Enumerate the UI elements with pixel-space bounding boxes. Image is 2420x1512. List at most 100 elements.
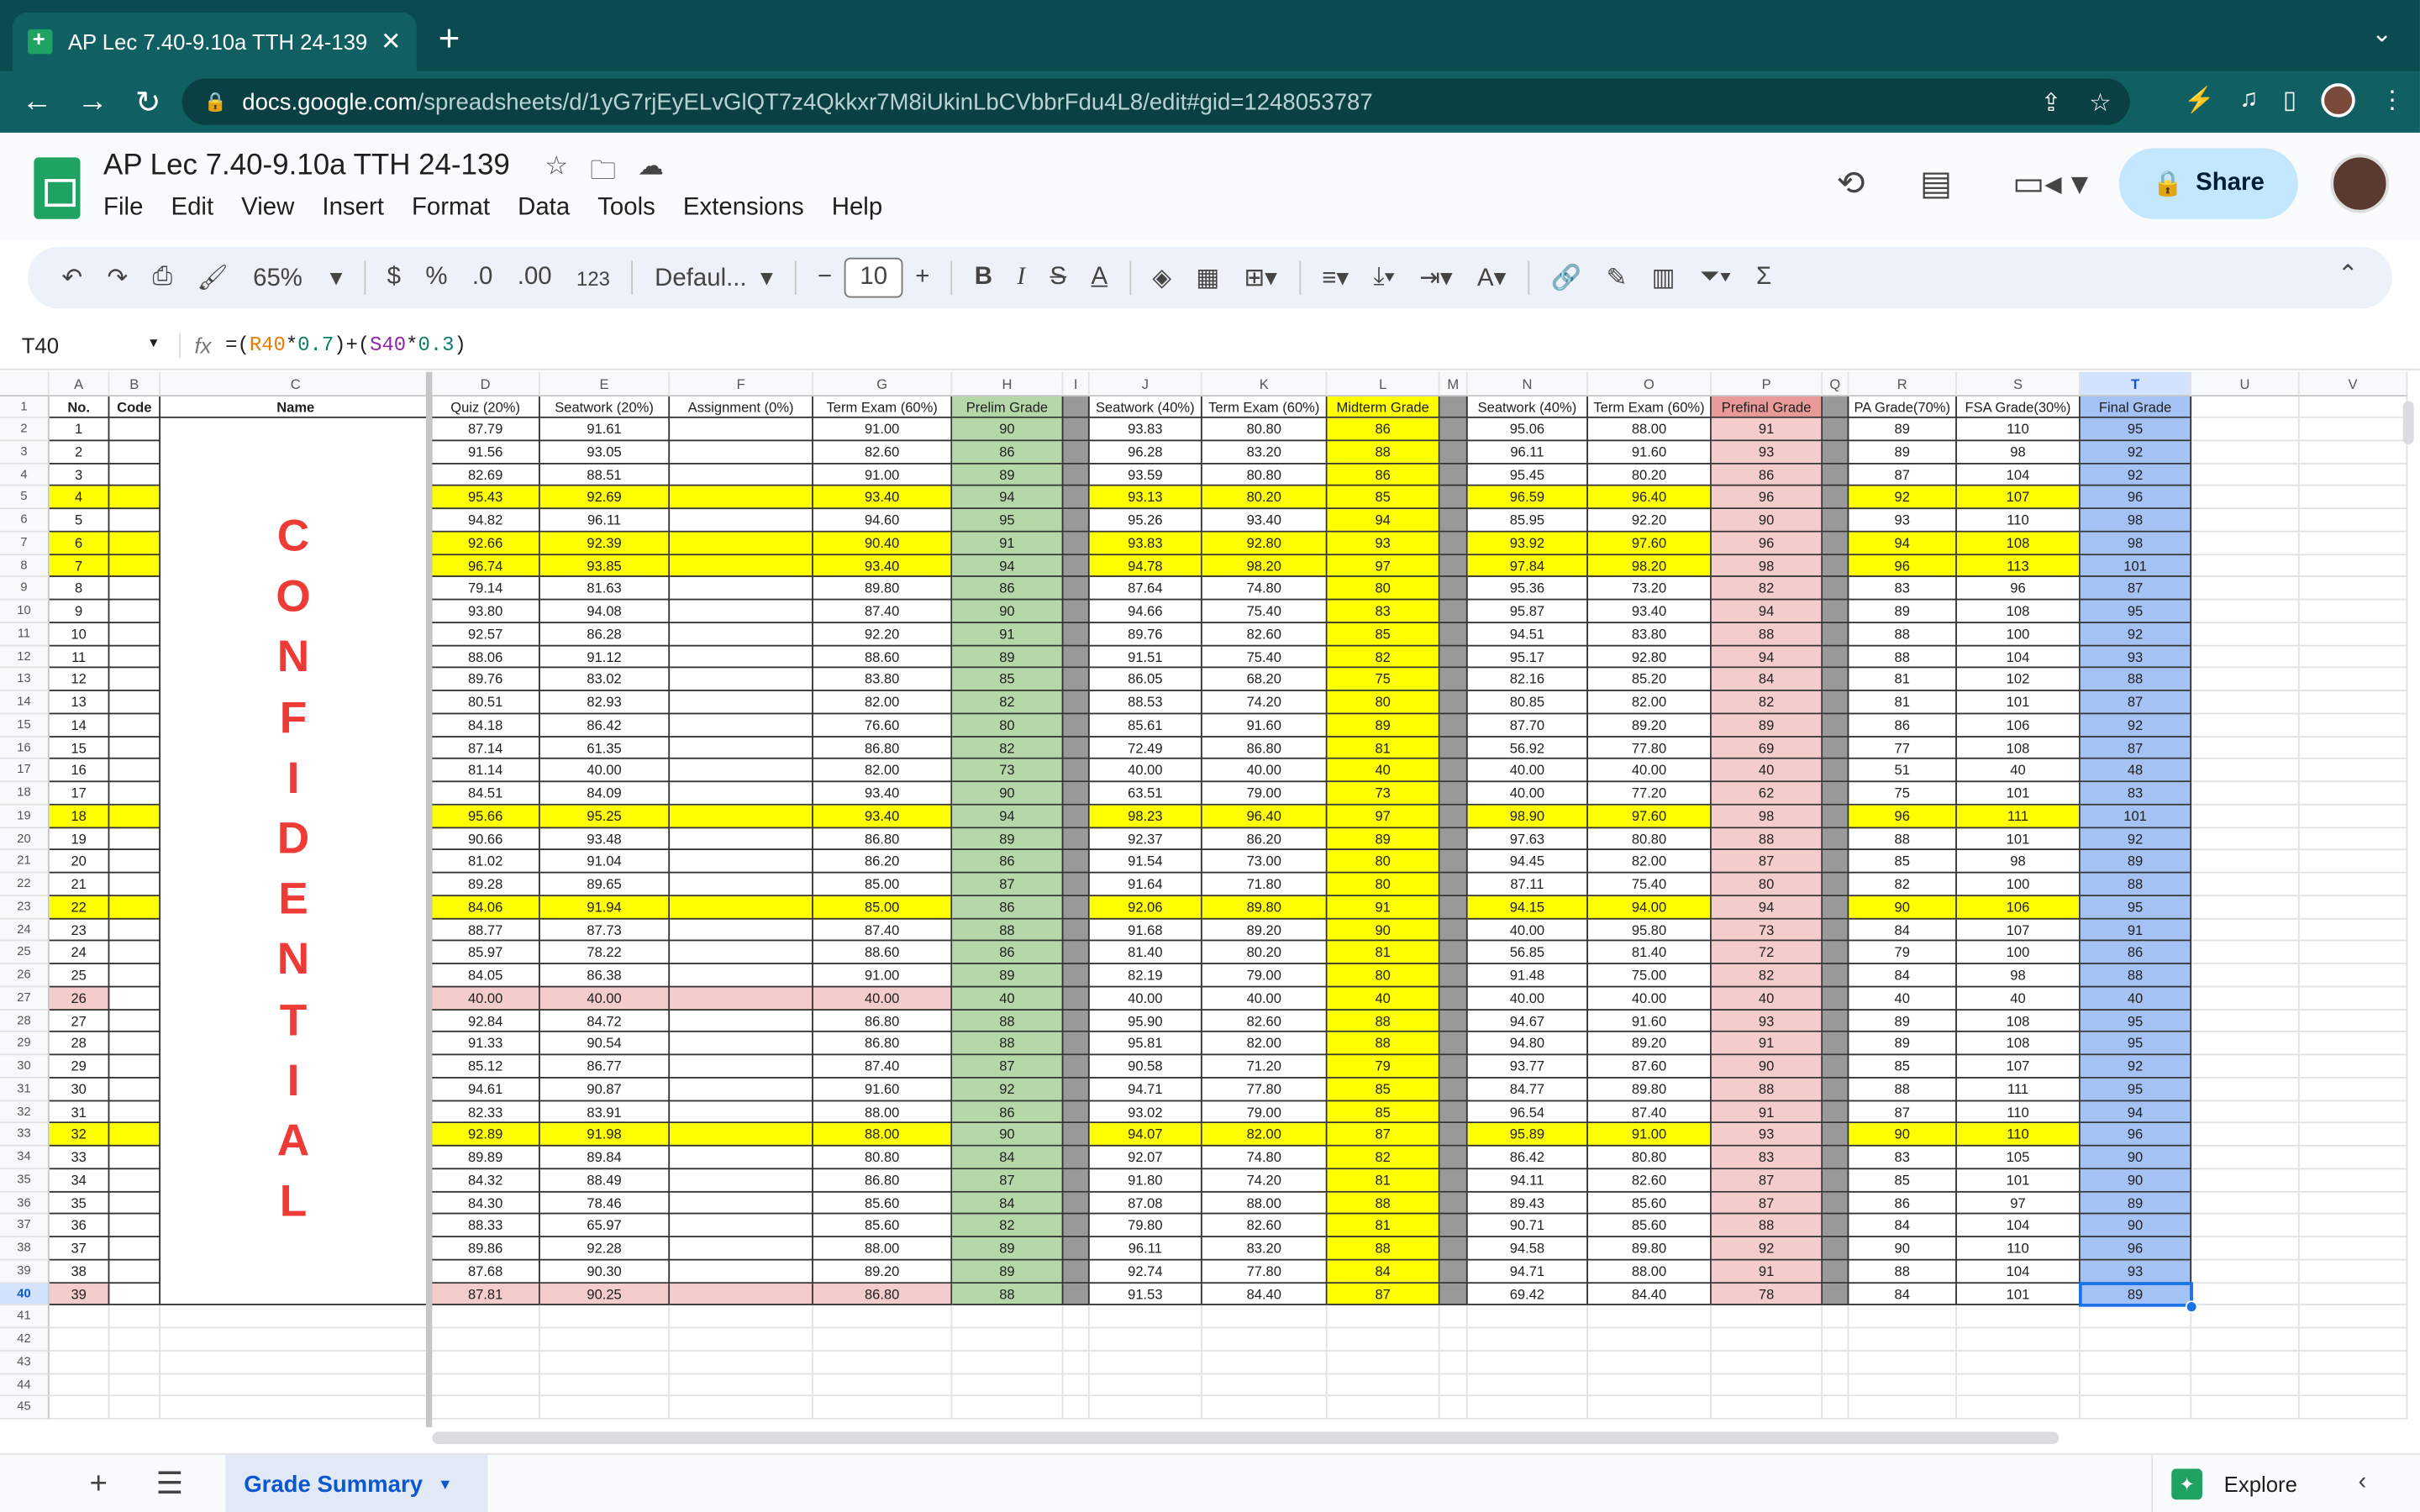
grade-cell[interactable]: 92	[2080, 1055, 2192, 1079]
empty-cell[interactable]	[670, 509, 813, 533]
empty-cell[interactable]	[2299, 1032, 2408, 1056]
empty-cell[interactable]	[1063, 1305, 1090, 1329]
grade-cell[interactable]: 80	[952, 713, 1064, 738]
empty-cell[interactable]	[1823, 1396, 1849, 1420]
empty-cell[interactable]	[109, 895, 161, 919]
grade-cell[interactable]: 93.02	[1089, 1100, 1202, 1124]
grade-cell[interactable]: 89.28	[432, 873, 540, 896]
column-header-s[interactable]: S	[1956, 371, 2081, 397]
grade-cell[interactable]: 94.08	[539, 600, 671, 623]
header-cell[interactable]	[1063, 396, 1090, 418]
grade-cell[interactable]: 91	[952, 622, 1064, 646]
grade-cell[interactable]: 80	[1711, 873, 1823, 896]
empty-cell[interactable]	[2191, 918, 2300, 942]
empty-cell[interactable]	[670, 440, 813, 464]
grade-cell[interactable]: 96.54	[1467, 1100, 1588, 1124]
empty-cell[interactable]	[2080, 1305, 2192, 1329]
grade-cell[interactable]: 98	[1711, 805, 1823, 828]
empty-cell[interactable]	[1439, 509, 1468, 533]
grade-cell[interactable]: 74.20	[1202, 1168, 1328, 1192]
empty-cell[interactable]	[1063, 759, 1090, 783]
empty-cell[interactable]	[2299, 622, 2408, 646]
empty-cell[interactable]	[1823, 850, 1849, 874]
grade-cell[interactable]: 82.60	[813, 440, 953, 464]
empty-cell[interactable]	[1063, 600, 1090, 623]
empty-cell[interactable]	[109, 417, 161, 441]
grade-cell[interactable]: 88.00	[813, 1100, 953, 1124]
empty-cell[interactable]	[2299, 463, 2408, 487]
row-header[interactable]: 42	[0, 1328, 50, 1352]
meet-video-icon[interactable]: ▭◂ ▾	[2012, 164, 2088, 204]
empty-cell[interactable]	[109, 1328, 161, 1352]
grade-cell[interactable]: 89	[1711, 713, 1823, 738]
grade-cell[interactable]: 79.00	[1202, 963, 1328, 988]
grade-cell[interactable]: 97	[1956, 1191, 2081, 1215]
star-icon[interactable]: ☆	[544, 151, 568, 196]
grade-cell[interactable]: 77.80	[1202, 1078, 1328, 1101]
empty-cell[interactable]	[1063, 690, 1090, 714]
grade-cell[interactable]: 87	[1711, 1168, 1823, 1192]
grade-cell[interactable]: 93.40	[813, 782, 953, 806]
empty-cell[interactable]	[2191, 873, 2300, 896]
empty-cell[interactable]	[670, 1305, 813, 1329]
grade-cell[interactable]: 92.37	[1089, 827, 1202, 851]
grade-cell[interactable]: 82	[1711, 577, 1823, 601]
empty-cell[interactable]	[1711, 1305, 1823, 1329]
grade-cell[interactable]: 89.80	[1587, 1078, 1712, 1101]
empty-cell[interactable]	[813, 1373, 953, 1397]
empty-cell[interactable]	[1439, 987, 1468, 1011]
row-header[interactable]: 26	[0, 963, 50, 988]
grade-cell[interactable]: 94	[1711, 600, 1823, 623]
grade-cell[interactable]: 97.63	[1467, 827, 1588, 851]
grade-cell[interactable]: 88.00	[1587, 1260, 1712, 1284]
empty-cell[interactable]	[2299, 737, 2408, 760]
grade-cell[interactable]: 80.80	[813, 1146, 953, 1169]
grade-cell[interactable]: 86.80	[813, 737, 953, 760]
empty-cell[interactable]	[2299, 645, 2408, 669]
grade-cell[interactable]: 81	[1849, 690, 1957, 714]
empty-cell[interactable]	[49, 1396, 110, 1420]
empty-cell[interactable]	[2191, 1351, 2300, 1374]
grade-cell[interactable]: 73	[1327, 782, 1440, 806]
grade-cell[interactable]: 95	[2080, 417, 2192, 441]
grade-cell[interactable]: 95.80	[1587, 918, 1712, 942]
empty-cell[interactable]	[2080, 1351, 2192, 1374]
header-cell[interactable]: Seatwork (20%)	[539, 396, 671, 418]
grade-cell[interactable]: 77.80	[1587, 737, 1712, 760]
empty-cell[interactable]	[2191, 600, 2300, 623]
empty-cell[interactable]	[1711, 1351, 1823, 1374]
grade-cell[interactable]: 89	[2080, 1191, 2192, 1215]
empty-cell[interactable]	[1063, 963, 1090, 988]
empty-cell[interactable]	[1587, 1351, 1712, 1374]
insert-comment-icon[interactable]: ✎	[1607, 262, 1628, 293]
menu-format[interactable]: Format	[412, 194, 490, 222]
empty-cell[interactable]	[670, 417, 813, 441]
empty-cell[interactable]	[109, 873, 161, 896]
grade-cell[interactable]: 96	[1956, 577, 2081, 601]
decrease-decimal-button[interactable]: .0	[472, 264, 493, 291]
row-header[interactable]: 41	[0, 1305, 50, 1329]
grade-cell[interactable]: 88.06	[432, 645, 540, 669]
grade-cell[interactable]: 97	[1327, 805, 1440, 828]
empty-cell[interactable]	[2299, 690, 2408, 714]
grade-cell[interactable]: 37	[49, 1237, 110, 1261]
grade-cell[interactable]: 30	[49, 1078, 110, 1101]
empty-cell[interactable]	[1956, 1351, 2081, 1374]
font-select[interactable]: Defaul... ▾	[655, 262, 773, 293]
grade-cell[interactable]: 91.04	[539, 850, 671, 874]
grade-cell[interactable]: 87	[1327, 1123, 1440, 1147]
empty-cell[interactable]	[2299, 440, 2408, 464]
grade-cell[interactable]: 36	[49, 1214, 110, 1238]
header-cell[interactable]: Term Exam (60%)	[1587, 396, 1712, 418]
grade-cell[interactable]: 87	[952, 873, 1064, 896]
grade-cell[interactable]: 86	[952, 850, 1064, 874]
empty-cell[interactable]	[109, 1191, 161, 1215]
grade-cell[interactable]: 76.60	[813, 713, 953, 738]
row-header[interactable]: 37	[0, 1214, 50, 1238]
grade-cell[interactable]: 86.80	[813, 1010, 953, 1033]
grade-cell[interactable]: 91.60	[1587, 440, 1712, 464]
grade-cell[interactable]: 79	[1327, 1055, 1440, 1079]
empty-cell[interactable]	[1823, 827, 1849, 851]
empty-cell[interactable]	[109, 1260, 161, 1284]
grade-cell[interactable]: 95	[2080, 1078, 2192, 1101]
